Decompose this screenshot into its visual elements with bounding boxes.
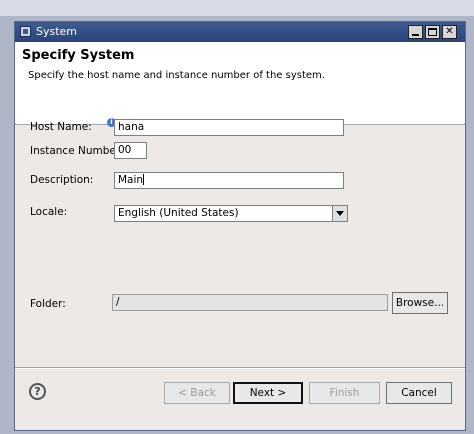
- back-button[interactable]: < Back: [164, 382, 230, 404]
- description-label: Description:: [30, 174, 94, 186]
- footer-separator: [15, 367, 465, 369]
- host-name-value: hana: [118, 121, 145, 133]
- text-cursor: [143, 174, 145, 185]
- window-title: System: [36, 25, 78, 38]
- background-strip: [0, 0, 474, 16]
- close-button[interactable]: ✕: [442, 25, 457, 39]
- next-button[interactable]: Next >: [233, 382, 303, 404]
- host-name-label: Host Name:: [30, 121, 92, 133]
- window-icon: [20, 26, 31, 37]
- minimize-icon: [412, 34, 419, 36]
- cancel-button[interactable]: Cancel: [386, 382, 452, 404]
- description-value: Main: [118, 174, 144, 186]
- finish-button[interactable]: Finish: [309, 382, 380, 404]
- instance-number-label: Instance Number:: [30, 145, 124, 157]
- chevron-down-icon[interactable]: [332, 206, 347, 221]
- title-bar[interactable]: System ✕: [15, 22, 465, 42]
- folder-value: /: [116, 296, 120, 308]
- system-dialog: System ✕: [14, 21, 466, 431]
- browse-button[interactable]: Browse...: [392, 292, 448, 314]
- locale-value: English (United States): [118, 207, 239, 219]
- help-icon[interactable]: ?: [29, 383, 46, 400]
- instance-number-value: 00: [118, 144, 132, 156]
- folder-input[interactable]: /: [112, 294, 388, 311]
- banner-title: Specify System: [22, 48, 135, 63]
- maximize-button[interactable]: [425, 25, 440, 39]
- locale-label: Locale:: [30, 206, 68, 218]
- close-icon: ✕: [445, 26, 454, 37]
- minimize-button[interactable]: [408, 25, 423, 39]
- host-name-input[interactable]: hana: [114, 119, 344, 136]
- maximize-icon: [428, 28, 437, 36]
- folder-label: Folder:: [30, 298, 66, 310]
- instance-number-input[interactable]: 00: [114, 142, 147, 159]
- banner-description: Specify the host name and instance numbe…: [28, 70, 325, 81]
- description-input[interactable]: Main: [114, 172, 344, 189]
- locale-select[interactable]: English (United States): [114, 205, 348, 222]
